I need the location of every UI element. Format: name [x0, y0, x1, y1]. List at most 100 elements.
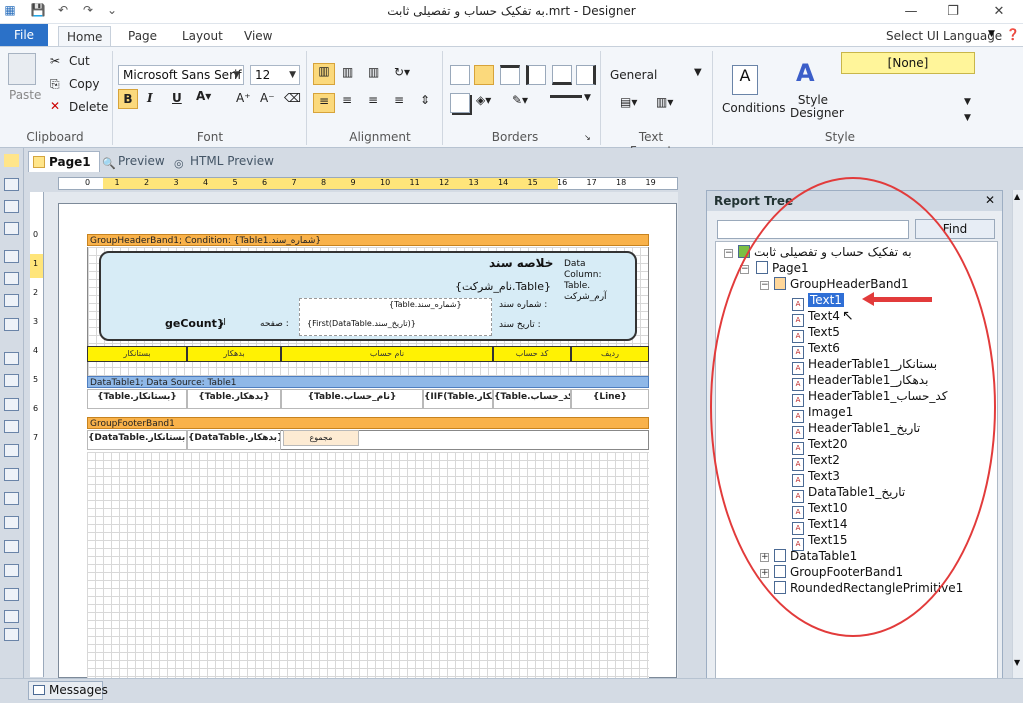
page-count-field[interactable]: geCount} — [165, 317, 225, 330]
report-page[interactable]: GroupHeaderBand1; Condition: {Table1.شما… — [58, 203, 677, 678]
none-border-icon[interactable] — [474, 65, 494, 85]
tab-page[interactable]: Page — [120, 26, 165, 46]
close-icon[interactable]: ✕ — [985, 193, 995, 207]
doc-date-label[interactable]: تاریخ سند : — [499, 320, 541, 330]
group-footer-band-title[interactable]: GroupFooterBand1 — [87, 417, 649, 429]
bottom-border-icon[interactable] — [552, 65, 572, 85]
help-icon[interactable]: ❓ — [1006, 28, 1020, 41]
scroll-down-icon[interactable]: ▼ — [1014, 658, 1020, 667]
component-tool-icon[interactable] — [4, 294, 19, 307]
delete-icon[interactable]: ✕ — [50, 99, 60, 113]
tab-file[interactable]: File — [0, 24, 48, 46]
header-cell[interactable]: ردیف — [571, 346, 649, 362]
page-label[interactable]: صفحه : — [260, 319, 289, 329]
footer-credit-sum[interactable]: {DataTable.بستانکار} — [87, 430, 187, 450]
page-header-tool-icon[interactable] — [4, 352, 19, 365]
footer-band-tool-icon[interactable] — [4, 468, 19, 481]
format-expand-icon[interactable]: ▼ — [694, 67, 702, 78]
rotate-icon[interactable]: ↻▾ — [394, 65, 410, 79]
style-designer-button[interactable]: Style Designer — [790, 94, 844, 120]
header-cell[interactable]: بستانکار — [87, 346, 187, 362]
tree-node-text10[interactable]: A Text10 — [792, 500, 848, 519]
data-band-tool-icon[interactable] — [4, 492, 19, 505]
group-header-band-title[interactable]: GroupHeaderBand1; Condition: {Table1.شما… — [87, 234, 649, 246]
expand-icon[interactable]: + — [760, 553, 769, 562]
tree-node-text1[interactable]: A Text1 — [792, 292, 844, 311]
tree-node-text2[interactable]: A Text2 — [792, 452, 840, 471]
align-center-button[interactable]: ≡ — [342, 93, 352, 107]
tree-search-input[interactable] — [717, 220, 909, 239]
text-tool-icon[interactable] — [4, 200, 19, 213]
tree-node-data-band[interactable]: DataTable1 — [774, 548, 857, 564]
close-button[interactable]: ✕ — [984, 2, 1014, 22]
panel-tool-icon[interactable] — [4, 318, 19, 331]
rich-text-tool-icon[interactable] — [4, 420, 19, 433]
border-color-icon[interactable]: ✎▾ — [512, 93, 528, 107]
collapse-icon[interactable]: − — [760, 281, 769, 290]
text-box-tool-icon[interactable] — [4, 398, 19, 411]
top-border-icon[interactable] — [500, 65, 520, 85]
barcode-icon[interactable]: ▥ — [313, 63, 335, 85]
chart-tool-icon[interactable] — [4, 564, 19, 577]
tree-node-rounded-rectangle[interactable]: RoundedRectanglePrimitive1 — [774, 580, 963, 596]
tree-node-text6[interactable]: A Text6 — [792, 340, 840, 359]
align-justify-button[interactable]: ≡ — [394, 93, 404, 107]
page-footer-tool-icon[interactable] — [4, 374, 19, 387]
collapse-icon[interactable]: − — [740, 265, 749, 274]
header-band-tool-icon[interactable] — [4, 444, 19, 457]
format-painter-icon[interactable] — [4, 222, 19, 235]
band-tool-icon[interactable] — [4, 250, 19, 263]
data-cell[interactable]: {Table.نام_حساب} — [281, 389, 423, 409]
text-format-value[interactable]: General — [610, 68, 657, 82]
data-cell[interactable]: {IIF(Table.بدهکار>... — [423, 389, 493, 409]
tree-node-page1[interactable]: Page1 — [756, 260, 809, 276]
doc-date-field[interactable]: {First(DataTable.تاریخ_سند)} — [307, 319, 416, 328]
expand-icon[interactable]: + — [760, 569, 769, 578]
font-size-combo[interactable]: 12 ▼ — [250, 65, 300, 85]
left-border-icon[interactable] — [526, 65, 546, 85]
tree-node-text14[interactable]: A Text14 — [792, 516, 848, 535]
shape-tool-icon[interactable] — [4, 628, 19, 641]
header-cell[interactable]: بدهکار — [187, 346, 281, 362]
style-gallery-down-icon[interactable]: ▼ — [964, 97, 971, 107]
tree-node-headertable1-[interactable]: A HeaderTable1_بدهکار — [792, 372, 928, 391]
format2-icon[interactable]: ▥▾ — [656, 95, 673, 109]
font-color-button[interactable]: A▾ — [196, 89, 211, 103]
image-tool-icon[interactable] — [4, 588, 19, 601]
style-gallery-more-icon[interactable]: ▼ — [964, 113, 971, 123]
copy-button[interactable]: Copy — [69, 77, 99, 91]
style-gallery-current[interactable]: [None] — [841, 52, 975, 74]
barcode2-icon[interactable]: ▥ — [342, 65, 353, 79]
chevron-down-icon[interactable]: ▼ — [988, 29, 995, 39]
cut-button[interactable]: Cut — [69, 54, 90, 68]
messages-tab[interactable]: Messages — [28, 681, 108, 700]
tree-node-datatable1-[interactable]: A DataTable1_تاریخ — [792, 484, 905, 503]
italic-button[interactable]: I — [147, 91, 153, 105]
barcode-tool-icon[interactable] — [4, 610, 19, 623]
header-cell[interactable]: کد حساب — [493, 346, 571, 362]
summary-title[interactable]: خلاصه سند — [489, 256, 553, 270]
conditions-button[interactable]: Conditions — [722, 101, 786, 115]
tree-node-root[interactable]: به تفکیک حساب و تفصیلی ثابت — [738, 244, 912, 260]
empty-design-area[interactable] — [87, 452, 649, 678]
checkbox-tool-icon[interactable] — [4, 540, 19, 553]
border-style-icon[interactable] — [550, 95, 582, 103]
collapse-icon[interactable]: − — [724, 249, 733, 258]
tab-layout[interactable]: Layout — [174, 26, 231, 46]
vertical-align-button[interactable]: ⇕ — [420, 93, 430, 107]
data-cell[interactable]: {Table.بستانکار} — [87, 389, 187, 409]
logo-image-field[interactable]: Data Column: Table. آرم_شرکت — [564, 259, 620, 303]
format-icon[interactable]: ▤▾ — [620, 95, 637, 109]
cut-icon[interactable]: ✂ — [50, 54, 60, 68]
vertical-scrollbar[interactable]: ▲ ▼ — [1012, 190, 1023, 678]
paste-button[interactable]: Paste — [9, 88, 41, 102]
tree-node-text3[interactable]: A Text3 — [792, 468, 840, 487]
data-cell[interactable]: {Table.بدهکار} — [187, 389, 281, 409]
barcode3-icon[interactable]: ▥ — [368, 65, 379, 79]
border-style-dropdown[interactable]: ▼ — [584, 93, 591, 103]
tree-node-headertable1-[interactable]: A HeaderTable1_بستانکار — [792, 356, 937, 375]
conditions-icon[interactable]: A — [732, 65, 758, 95]
style-designer-icon[interactable]: A — [796, 59, 815, 87]
all-borders-icon[interactable] — [450, 65, 470, 85]
find-button[interactable]: Find — [915, 219, 995, 239]
